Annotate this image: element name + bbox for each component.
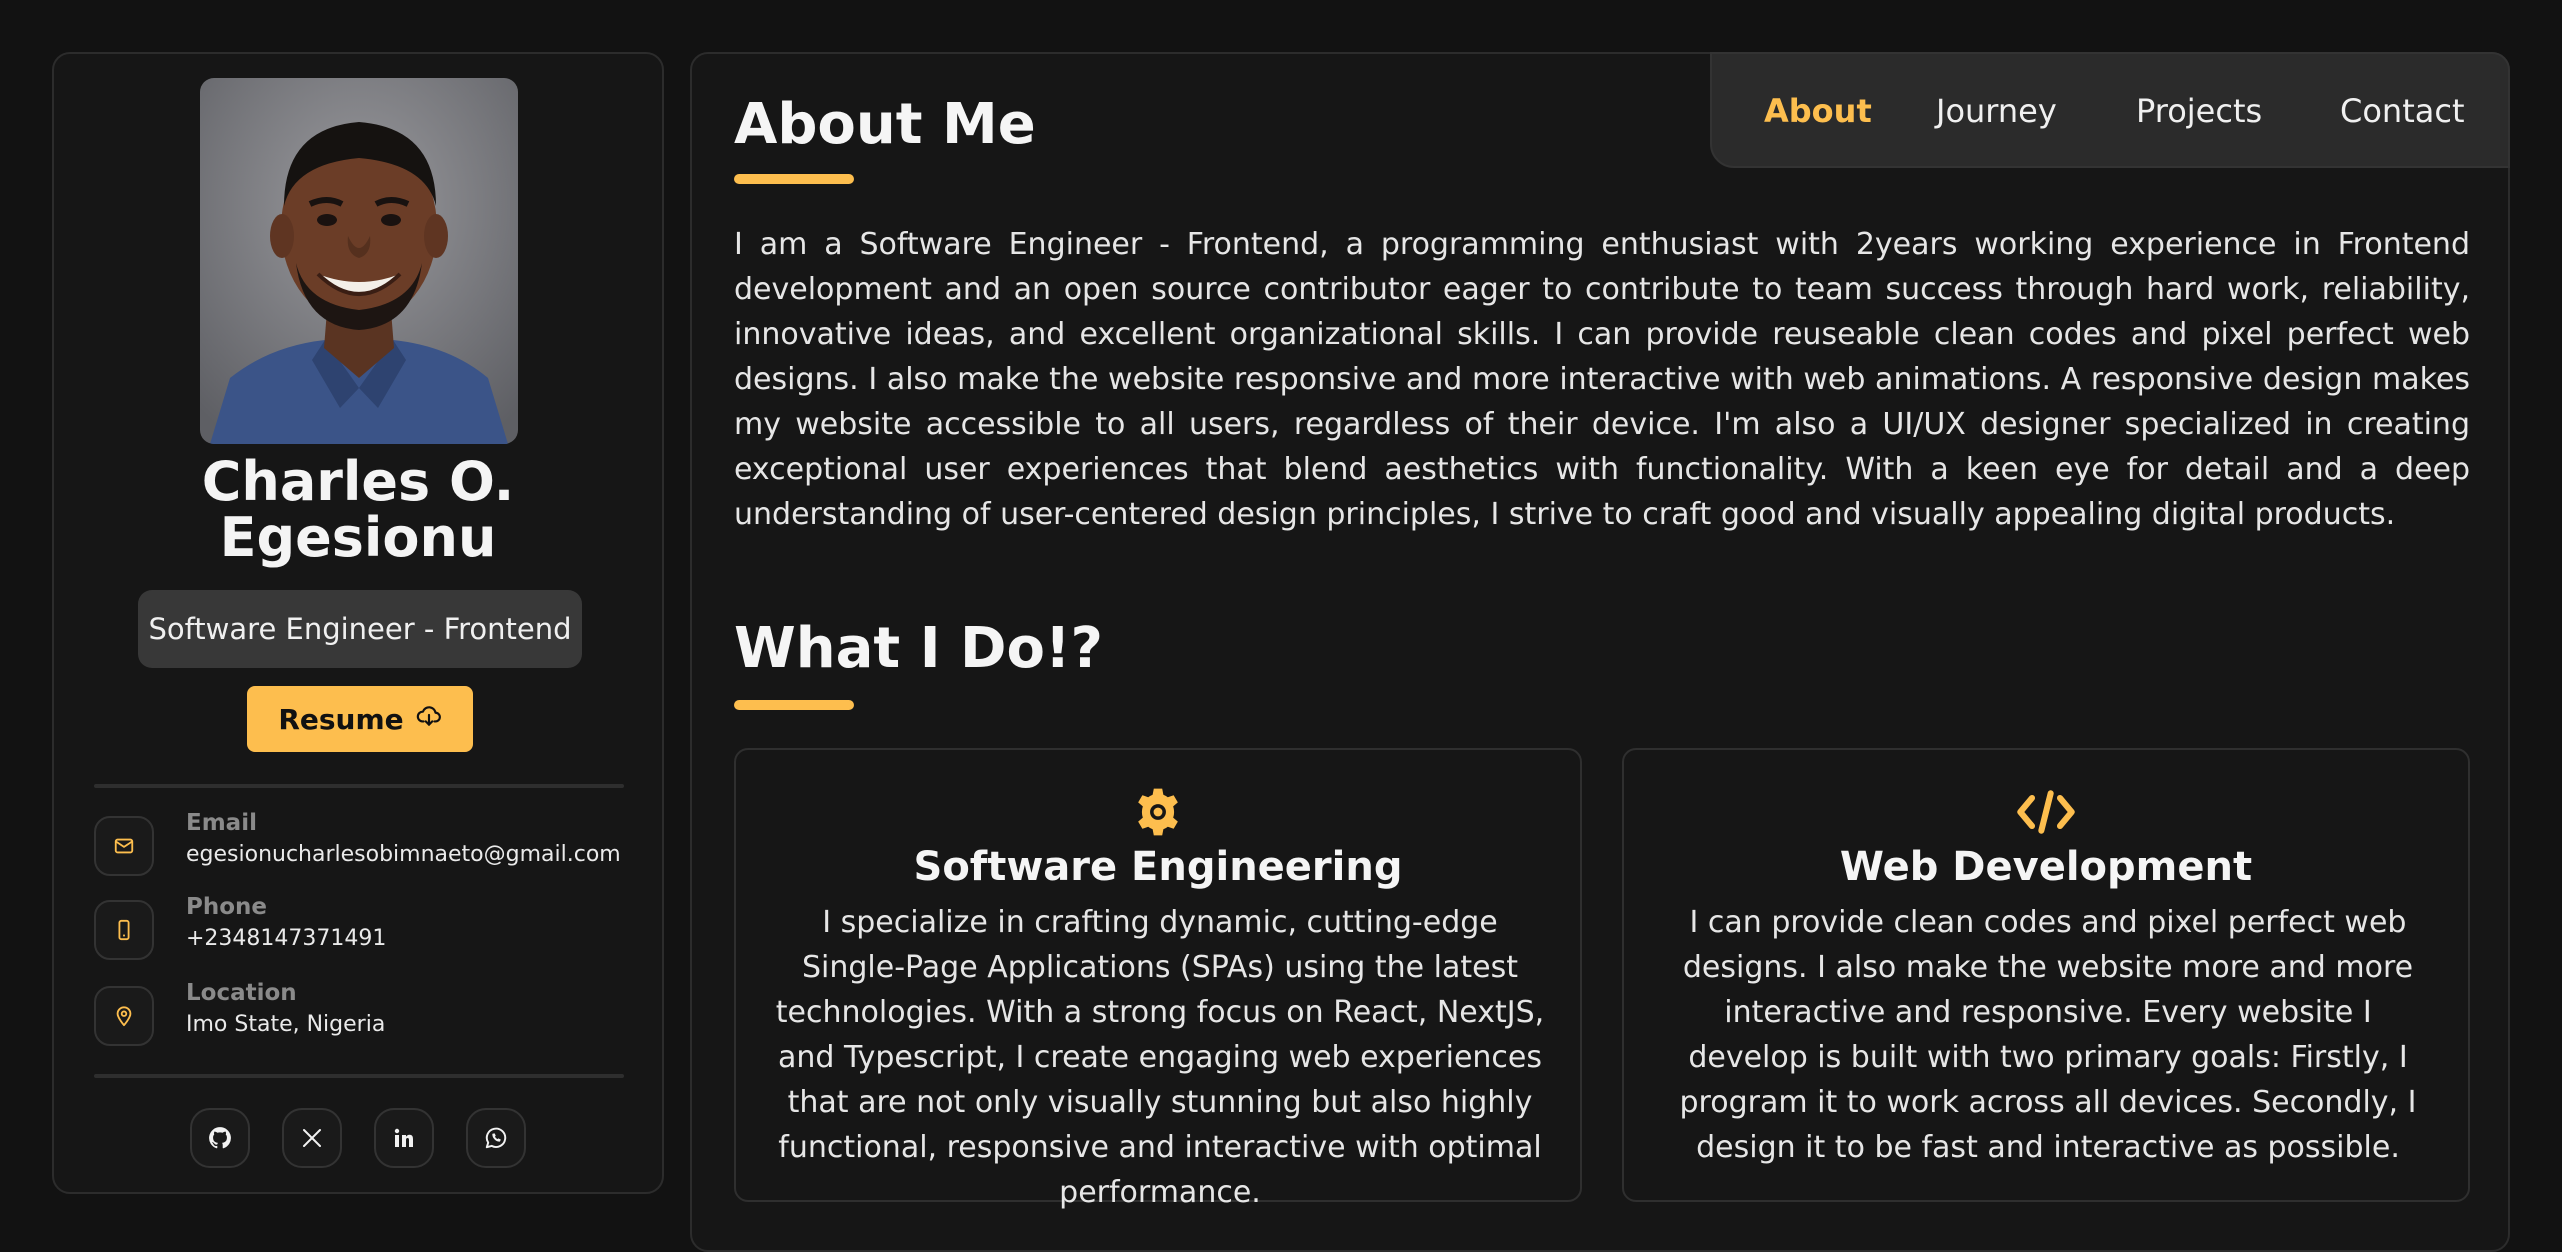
profile-sidebar: Charles O. Egesionu Software Engineer - … <box>52 52 664 1194</box>
service-card-web-development: Web Development I can provide clean code… <box>1622 748 2470 1202</box>
profile-name: Charles O. Egesionu <box>54 454 662 566</box>
top-nav: About Journey Projects Contact <box>1710 52 2510 168</box>
nav-contact[interactable]: Contact <box>2340 92 2465 130</box>
about-title-underline <box>734 174 854 184</box>
sidebar-divider-bottom <box>94 1074 624 1078</box>
contact-label: Phone <box>186 894 268 920</box>
github-icon[interactable] <box>190 1108 250 1168</box>
profile-name-line2: Egesionu <box>219 506 497 569</box>
location-value: Imo State, Nigeria <box>186 1012 386 1037</box>
code-icon <box>1624 784 2468 840</box>
contact-phone: Phone +2348147371491 <box>94 894 624 966</box>
avatar <box>200 78 518 444</box>
x-twitter-icon[interactable] <box>282 1108 342 1168</box>
service-card-software-engineering: Software Engineering I specialize in cra… <box>734 748 1582 1210</box>
resume-download-button[interactable]: Resume <box>247 686 473 752</box>
resume-label: Resume <box>278 702 404 736</box>
about-paragraph: I am a Software Engineer - Frontend, a p… <box>734 227 2470 532</box>
role-label: Software Engineer - Frontend <box>148 612 572 646</box>
nav-about[interactable]: About <box>1764 92 1872 130</box>
mail-icon <box>94 816 154 876</box>
service-title: Web Development <box>1839 844 2253 890</box>
profile-name-line1: Charles O. <box>201 450 515 513</box>
cloud-download-icon <box>416 703 442 736</box>
services-title: What I Do!? <box>734 616 1104 681</box>
nav-journey[interactable]: Journey <box>1936 92 2057 130</box>
whatsapp-icon[interactable] <box>466 1108 526 1168</box>
contact-label: Location <box>186 980 297 1006</box>
contact-label: Email <box>186 810 257 836</box>
service-description: I can provide clean codes and pixel perf… <box>1679 905 2417 1165</box>
social-links <box>54 1108 662 1168</box>
sidebar-divider-top <box>94 784 624 788</box>
service-title: Software Engineering <box>913 844 1403 890</box>
main-content: About Journey Projects Contact About Me … <box>690 52 2510 1252</box>
role-badge: Software Engineer - Frontend <box>138 590 582 668</box>
nav-projects[interactable]: Projects <box>2136 92 2262 130</box>
phone-value[interactable]: +2348147371491 <box>186 926 386 951</box>
about-title: About Me <box>734 92 1036 157</box>
linkedin-icon[interactable] <box>374 1108 434 1168</box>
services-title-underline <box>734 700 854 710</box>
contact-email: Email egesionucharlesobimnaeto@gmail.com <box>94 810 624 882</box>
service-description: I specialize in crafting dynamic, cuttin… <box>775 905 1545 1210</box>
contact-location: Location Imo State, Nigeria <box>94 980 624 1052</box>
location-pin-icon <box>94 986 154 1046</box>
email-value[interactable]: egesionucharlesobimnaeto@gmail.com <box>186 842 621 867</box>
gear-icon <box>736 784 1580 840</box>
phone-icon <box>94 900 154 960</box>
